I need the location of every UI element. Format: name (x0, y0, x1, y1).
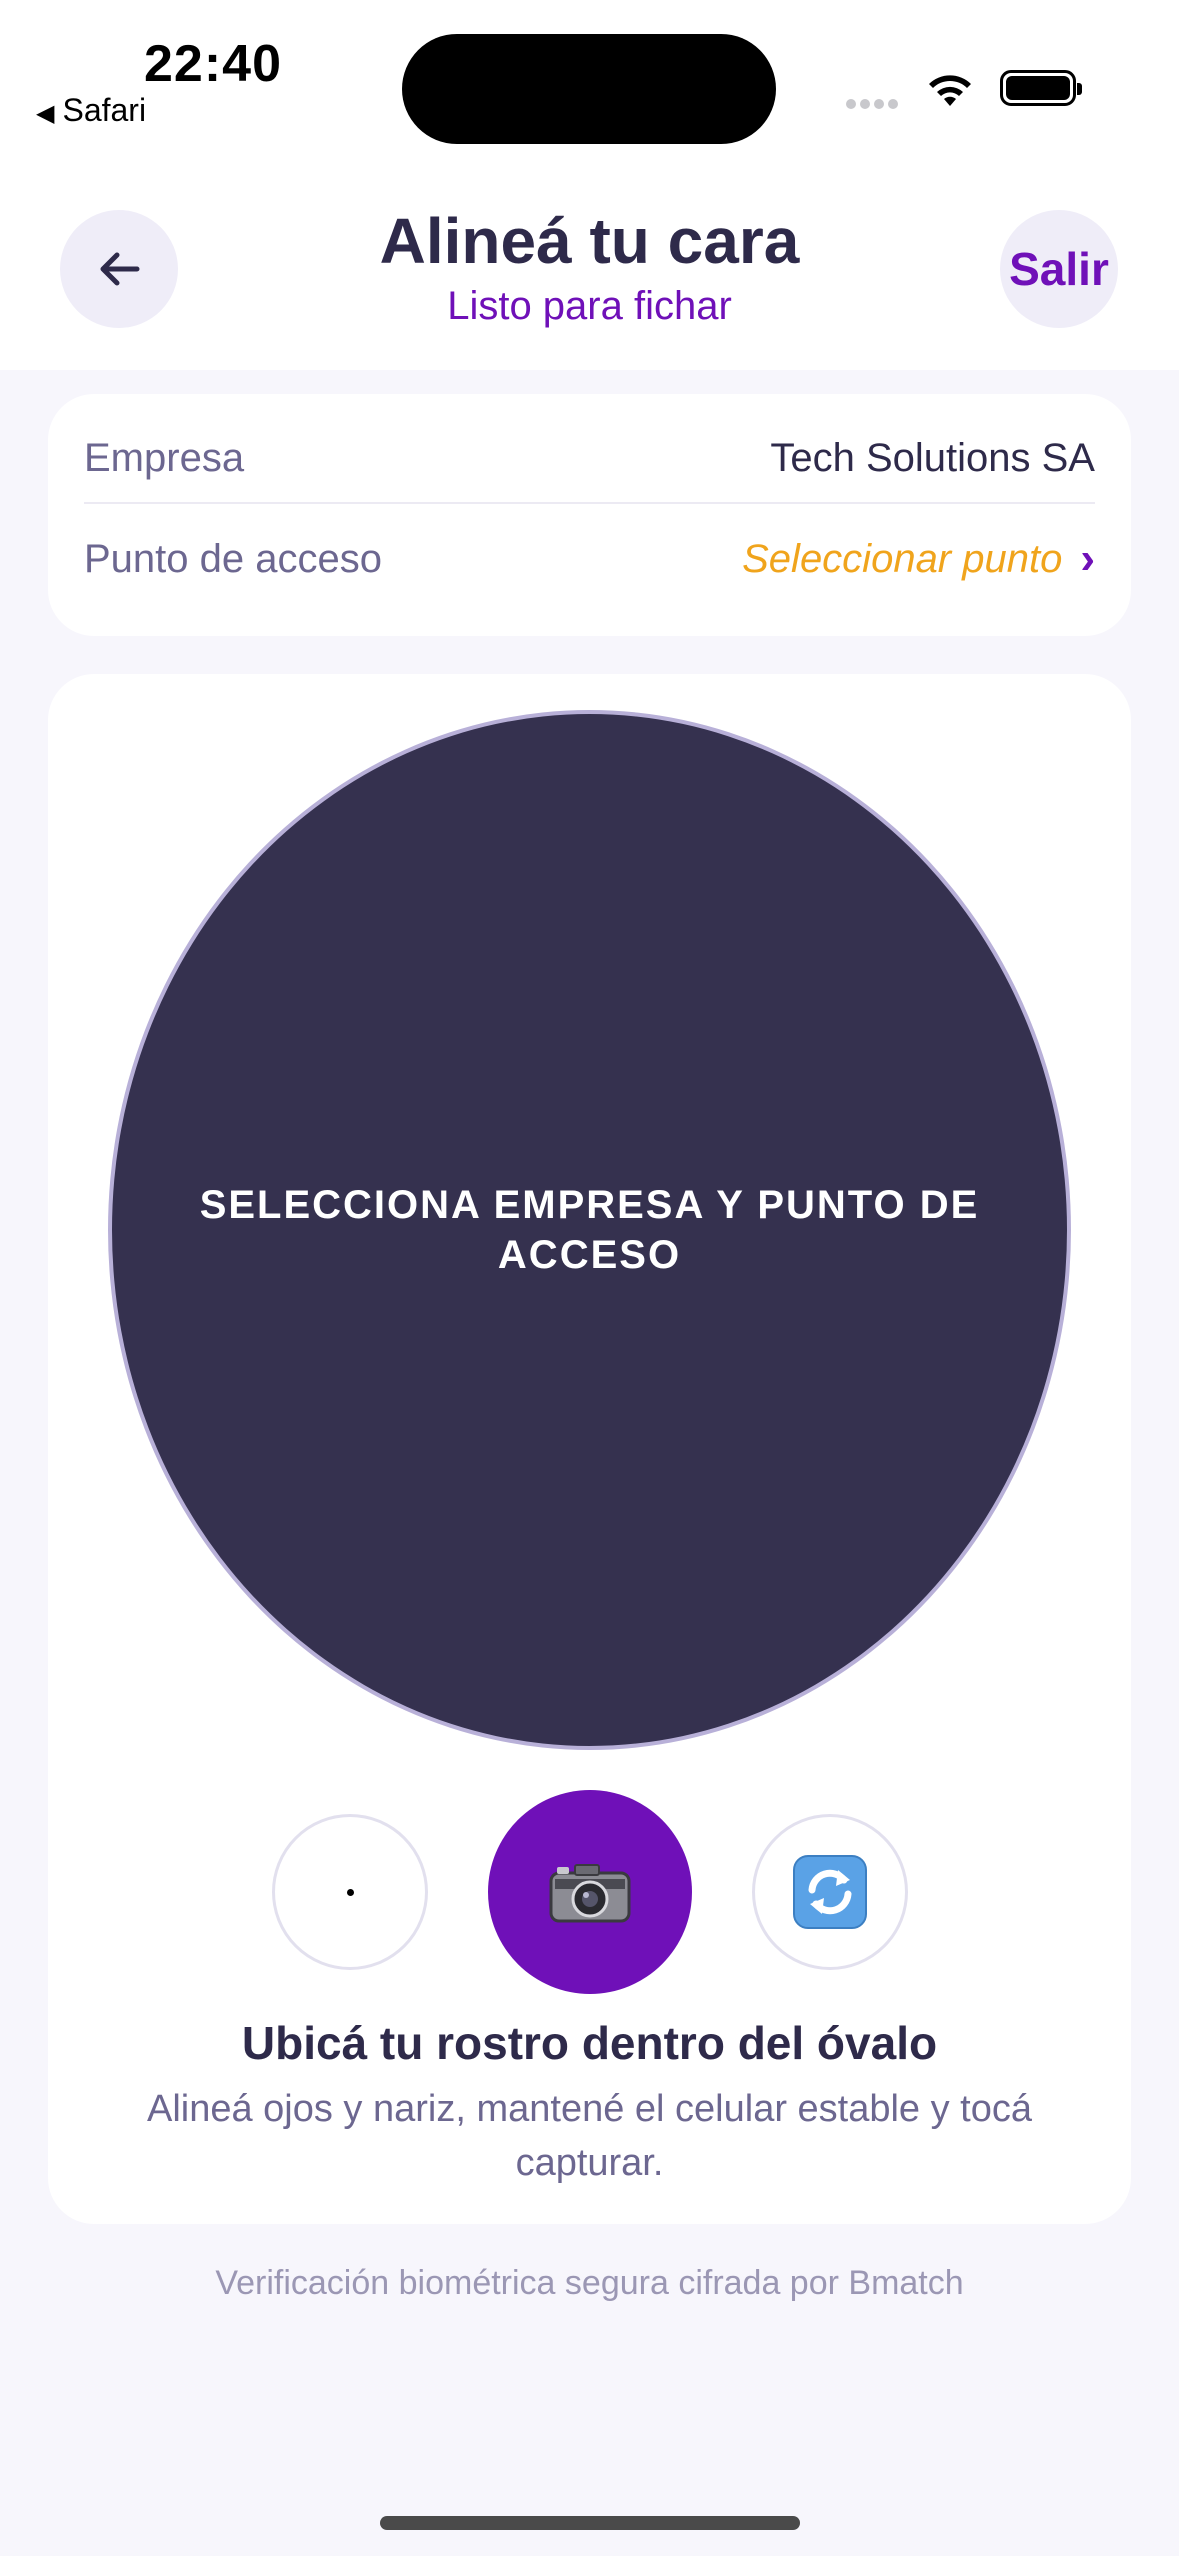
chevron-right-icon: › (1080, 534, 1095, 583)
wifi-icon (929, 75, 971, 106)
info-card: Empresa Tech Solutions SA Punto de acces… (48, 394, 1131, 636)
flash-toggle-button[interactable] (272, 1814, 428, 1970)
access-point-row[interactable]: Punto de acceso Seleccionar punto › (84, 514, 1095, 604)
switch-camera-icon (793, 1855, 867, 1929)
exit-button[interactable]: Salir (1000, 210, 1118, 328)
company-value: Tech Solutions SA (770, 435, 1095, 480)
switch-camera-button[interactable] (752, 1814, 908, 1970)
signal-dots-icon (846, 96, 902, 114)
camera-icon (549, 1864, 631, 1923)
oval-message: SELECCIONA EMPRESA Y PUNTO DE ACCESO (199, 1183, 980, 1277)
hint-title: Ubicá tu rostro dentro del óvalo (241, 2017, 938, 2069)
capture-button[interactable] (488, 1790, 692, 1994)
access-point-value: Seleccionar punto (742, 536, 1063, 581)
status-bar: 22:40 ◀ Safari (0, 0, 1179, 180)
dynamic-island (402, 34, 776, 144)
access-point-label: Punto de acceso (84, 536, 382, 581)
app-screen: 22:40 ◀ Safari Alineá tu cara Listo para … (0, 0, 1179, 2556)
page-subtitle: Listo para fichar (447, 284, 732, 328)
face-oval-preview: SELECCIONA EMPRESA Y PUNTO DE ACCESO (108, 710, 1071, 1750)
back-to-app-link[interactable]: ◀ Safari (36, 92, 146, 129)
back-app-label: Safari (62, 92, 147, 128)
header: Alineá tu cara Listo para fichar Salir (0, 180, 1179, 370)
security-note: Verificación biométrica segura cifrada p… (215, 2264, 964, 2302)
access-point-selector[interactable]: Seleccionar punto › (742, 534, 1095, 584)
company-row: Empresa Tech Solutions SA (84, 414, 1095, 504)
home-indicator[interactable] (380, 2516, 800, 2530)
dot-icon (346, 1888, 354, 1896)
back-triangle-icon: ◀ (36, 100, 55, 127)
company-label: Empresa (84, 435, 245, 480)
battery-icon (1000, 70, 1082, 106)
hint-body: Alineá ojos y nariz, mantené el celular … (146, 2088, 1033, 2184)
capture-card: SELECCIONA EMPRESA Y PUNTO DE ACCESO Ubi… (48, 674, 1131, 2224)
status-time: 22:40 (144, 35, 282, 93)
